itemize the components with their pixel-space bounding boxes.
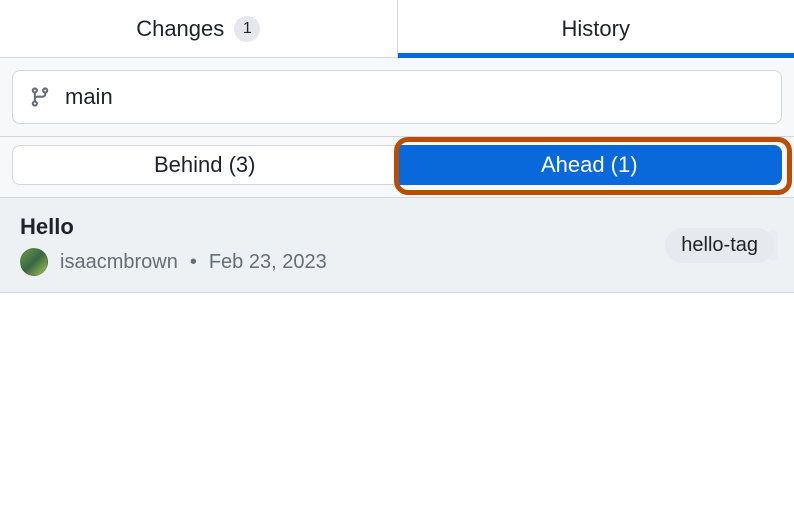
app-root: Changes 1 History main Behind (3) Ahead …	[0, 0, 794, 512]
tab-changes[interactable]: Changes 1	[0, 0, 398, 57]
commit-title: Hello	[20, 214, 665, 240]
commit-date: Feb 23, 2023	[209, 251, 327, 274]
behind-button[interactable]: Behind (3)	[12, 145, 398, 185]
commit-meta: isaacmbrown • Feb 23, 2023	[20, 248, 665, 276]
tab-history[interactable]: History	[398, 0, 794, 57]
meta-separator: •	[190, 251, 197, 274]
commit-tag[interactable]: hello-tag	[665, 228, 774, 263]
tabs-bar: Changes 1 History	[0, 0, 794, 58]
changes-count-badge: 1	[234, 16, 260, 42]
tab-changes-label: Changes	[136, 16, 224, 42]
commit-main: Hello isaacmbrown • Feb 23, 2023	[20, 214, 665, 276]
ahead-button[interactable]: Ahead (1)	[398, 145, 783, 185]
commit-tag-label: hello-tag	[681, 234, 758, 256]
branch-select[interactable]: main	[12, 70, 782, 124]
tab-history-label: History	[562, 16, 630, 42]
behind-ahead-segmented: Behind (3) Ahead (1)	[0, 137, 794, 198]
behind-label: Behind (3)	[154, 152, 256, 178]
branch-name: main	[65, 84, 113, 110]
branch-bar: main	[0, 58, 794, 137]
commit-row[interactable]: Hello isaacmbrown • Feb 23, 2023 hello-t…	[0, 198, 794, 293]
avatar	[20, 248, 48, 276]
ahead-label: Ahead (1)	[541, 152, 638, 178]
git-branch-icon	[29, 86, 51, 108]
commit-author: isaacmbrown	[60, 251, 178, 274]
